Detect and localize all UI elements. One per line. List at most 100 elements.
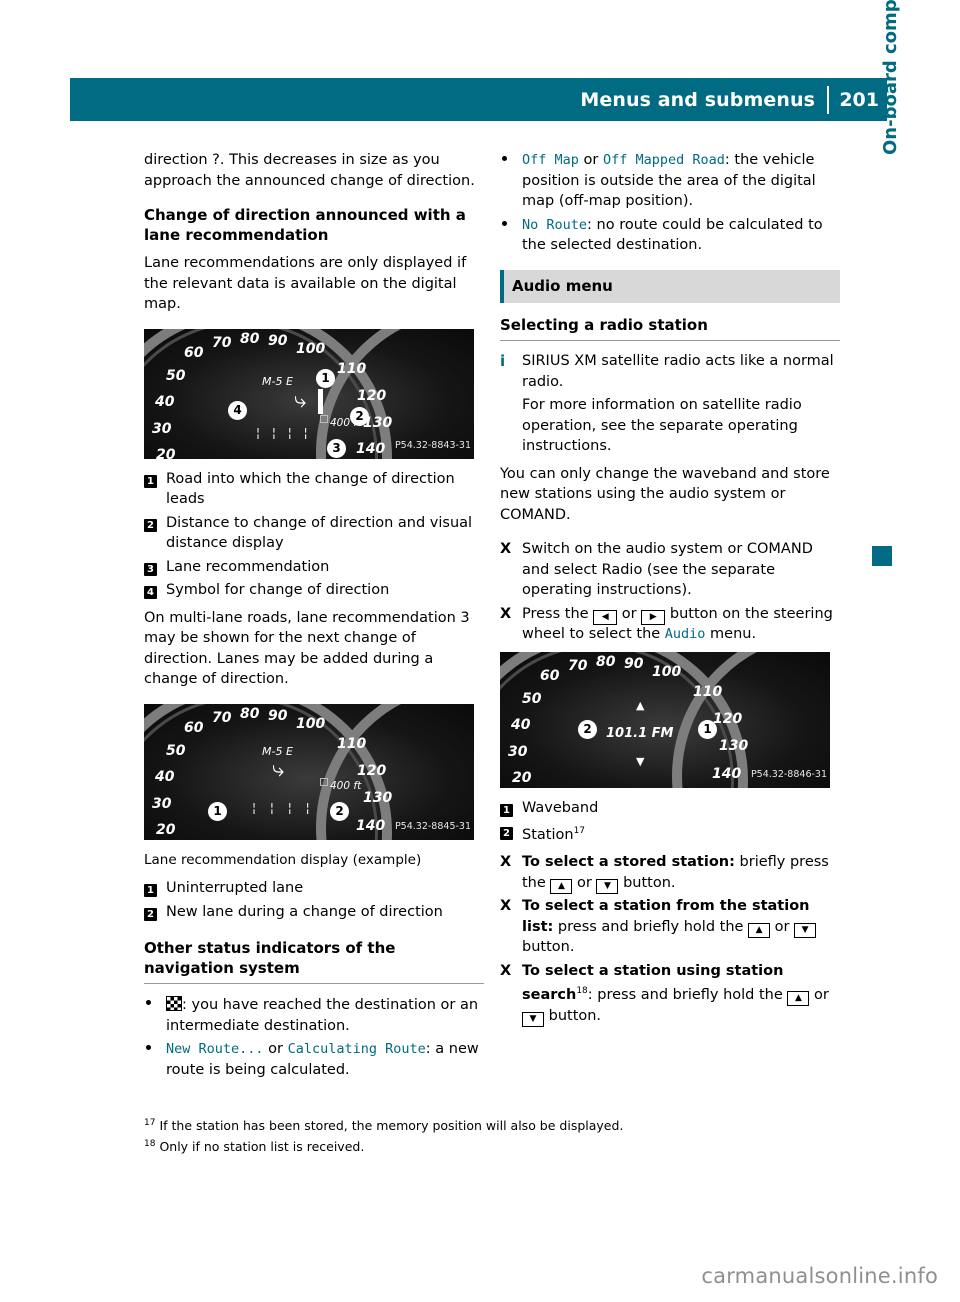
right-bullet-1: Off Map or Off Mapped Road: the vehicle … [500,150,840,212]
bullet-icon [502,156,507,161]
scale-100: 100 [652,663,682,680]
scale-130: 130 [719,737,749,754]
footnote-17-number: 17 [144,1118,156,1128]
scale-140: 140 [356,440,386,457]
scale-20: 20 [156,821,176,838]
step2-3-rest-a: : press and briefly hold the [587,987,788,1004]
scale-20: 20 [156,446,176,459]
scale-50: 50 [522,690,542,707]
page-header: Menus and submenus 201 [70,78,887,121]
up-arrow-button-icon: ▲ [787,991,810,1007]
down-arrow-button-icon: ▼ [794,922,817,938]
up-arrow-button-icon: ▲ [748,922,771,938]
scale-40: 40 [511,716,531,733]
scale-30: 30 [508,743,528,760]
status-bullet-2: New Route... or Calculating Route: a new… [144,1039,484,1080]
scale-40: 40 [155,393,175,410]
legend3-text-2: Station17 [522,821,840,845]
legend2-marker-1: 1 [144,878,166,899]
figure3-callout-2: 2 [578,719,597,739]
footnotes: 17 If the station has been stored, the m… [144,1114,844,1156]
step-arrow-icon: X [500,854,512,871]
left-intro-paragraph: direction ?. This decreases in size as y… [144,152,475,189]
step-1-text: Switch on the audio system or COMAND and… [522,541,813,598]
figure2-lane-ticks: ¦ ¦ ¦ ¦ [252,800,315,815]
square-number-icon: 4 [144,586,157,599]
bullet-dot-1 [500,150,522,212]
status-bullet-1-body: : you have reached the destination or an… [166,994,484,1036]
heading-other-status-indicators: Other status indicators of the navigatio… [144,938,484,984]
scale-80: 80 [240,330,260,347]
legend2-text-1: Uninterrupted lane [166,880,304,896]
scale-80: 80 [596,653,616,670]
heading-change-of-direction: Change of direction announced with a lan… [144,206,466,244]
square-number-icon: 2 [144,518,157,532]
right-bullet-2-body: No Route: no route could be calculated t… [522,215,840,256]
up-arrow-button-icon: ▲ [550,878,573,894]
calculating-route-value: Calculating Route [287,1041,426,1057]
scale-30: 30 [152,795,172,812]
scale-30: 30 [152,420,172,437]
figure1-distance-bar [320,414,328,423]
page-number: 201 [839,89,879,111]
square-number-icon: 2 [144,907,157,921]
legend2-marker-2: 2 [144,902,166,923]
legend1-text-3: Lane recommendation [166,558,330,575]
scale-60: 60 [540,667,560,684]
step-2-text-a: Press the [522,605,594,622]
right-arrow-button-icon: ▶ [641,609,666,625]
new-route-value: New Route... [166,1041,264,1057]
footnote-17: 17 If the station has been stored, the m… [144,1114,844,1135]
scale-70: 70 [212,709,232,726]
figure3-code: P54.32-8846-31 [750,769,827,780]
step2-1-bold: To select a stored station: [522,854,735,871]
step2-1-body: To select a stored station: briefly pres… [522,852,840,894]
legend3-item-2: 2 Station17 [500,821,840,845]
step-2: X Press the ◀ or ▶ button on the steerin… [500,604,840,645]
step2-3-mid: or [809,987,829,1004]
step-arrow-icon: X [500,898,512,915]
scale-110: 110 [337,360,367,377]
square-number-icon: 1 [144,474,157,488]
figure1-lane-ticks: ¦ ¦ ¦ ¦ [256,425,312,440]
scale-120: 120 [357,387,387,404]
figure3-station-frequency: 101.1 FM [606,725,674,741]
footnote-18-number: 18 [144,1139,156,1150]
legend1-marker-1: 1 [144,469,166,510]
scale-50: 50 [166,367,186,384]
scale-100: 100 [296,715,326,732]
legend1-marker-2: 2 [144,513,166,554]
info-icon: i [500,352,506,370]
legend1-text-4: Symbol for change of direction [166,582,390,598]
scale-120: 120 [713,710,743,727]
legend3-item-1: 1 Waveband [500,798,840,819]
scale-50: 50 [166,742,186,759]
figure1-callout-3: 3 [327,438,346,458]
scale-100: 100 [296,340,326,357]
figure1-lane-bar [318,388,323,414]
info-note-2-text: For more information on satellite radio … [522,397,802,454]
step-arrow-icon: X [500,962,512,979]
step-1: X Switch on the audio system or COMAND a… [500,539,840,601]
page-header-title: Menus and submenus [580,89,815,111]
scale-70: 70 [568,657,588,674]
right-bullet-2: No Route: no route could be calculated t… [500,215,840,256]
figure2-turn-arrow-icon: ⤷ [272,756,285,782]
lane-recommendation-paragraph: Lane recommendations are only displayed … [144,255,467,312]
step2-1-rest-b: button. [618,874,676,891]
figure1-callout-2: 2 [350,406,369,426]
legend3-marker-2: 2 [500,821,522,845]
legend3-marker-1: 1 [500,798,522,819]
status-bullet-1: : you have reached the destination or an… [144,994,484,1036]
legend2-item-1: 1 Uninterrupted lane [144,878,484,899]
scale-110: 110 [693,683,723,700]
left-column: direction ?. This decreases in size as y… [144,150,484,1083]
scale-90: 90 [268,332,288,349]
bullet-icon [146,1000,151,1005]
multilane-paragraph: On multi-lane roads, lane recommendation… [144,609,470,688]
bullet-icon [146,1045,151,1050]
legend2-item-2: 2 New lane during a change of direction [144,902,484,923]
footnote-18-text: Only if no station list is received. [159,1139,365,1155]
step-arrow-icon: X [500,541,512,557]
bullet-icon [502,220,507,226]
